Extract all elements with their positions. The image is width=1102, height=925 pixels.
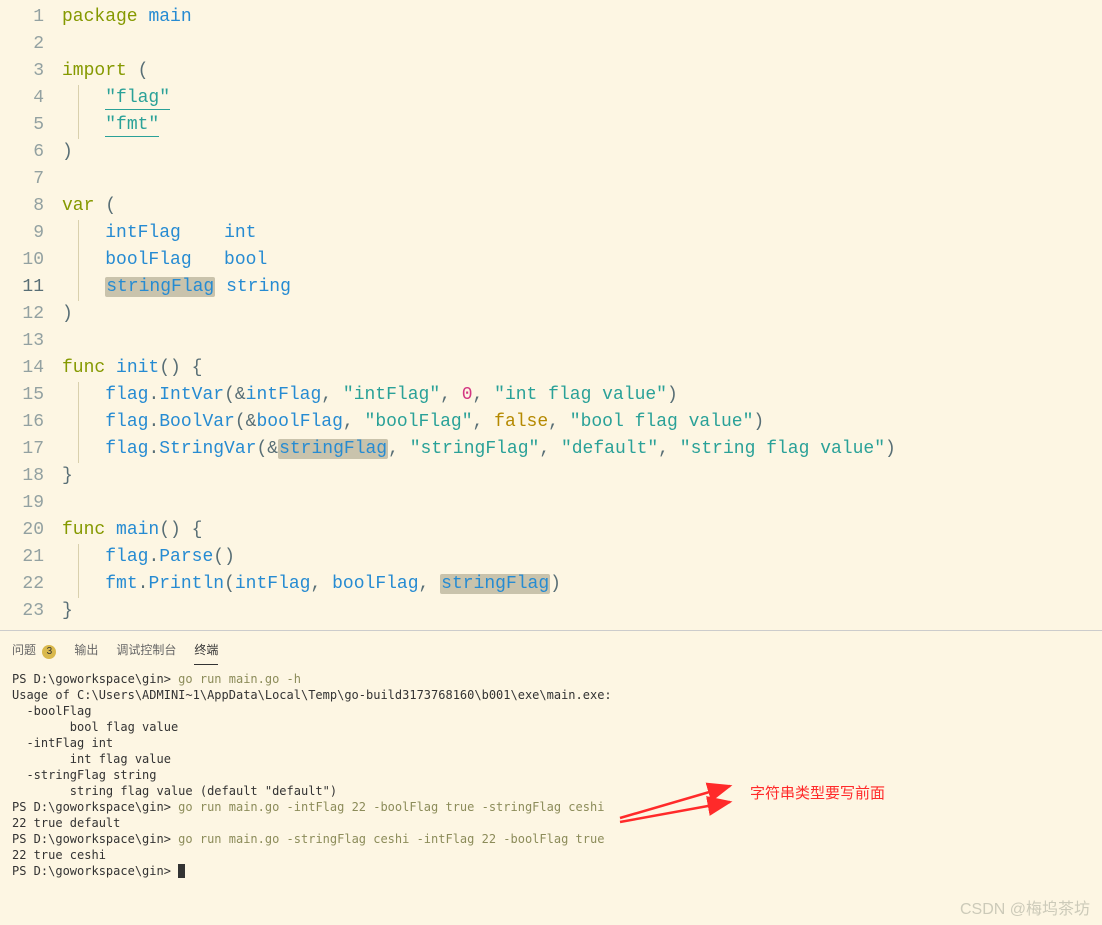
panel-tabs: 问题 3 输出 调试控制台 终端 xyxy=(0,631,1102,665)
tab-output[interactable]: 输出 xyxy=(74,639,98,665)
code-line[interactable]: func main() { xyxy=(62,517,1102,544)
terminal-line: -stringFlag string xyxy=(12,767,1090,783)
code-line[interactable]: ) xyxy=(62,139,1102,166)
tab-terminal[interactable]: 终端 xyxy=(194,639,218,665)
tab-problems-label: 问题 xyxy=(12,643,36,657)
terminal-line: Usage of C:\Users\ADMINI~1\AppData\Local… xyxy=(12,687,1090,703)
terminal-line: bool flag value xyxy=(12,719,1090,735)
annotation-arrows xyxy=(610,778,740,828)
terminal-line: -intFlag int xyxy=(12,735,1090,751)
code-line[interactable]: fmt.Println(intFlag, boolFlag, stringFla… xyxy=(62,571,1102,598)
tab-debug[interactable]: 调试控制台 xyxy=(116,639,176,665)
code-line[interactable]: } xyxy=(62,598,1102,625)
line-gutter: 1234567891011121314151617181920212223 xyxy=(0,0,62,630)
terminal-content[interactable]: PS D:\goworkspace\gin> go run main.go -h… xyxy=(0,665,1102,925)
code-line[interactable]: "flag" xyxy=(62,85,1102,112)
code-line[interactable]: ) xyxy=(62,301,1102,328)
code-line[interactable]: import ( xyxy=(62,58,1102,85)
code-line[interactable]: package main xyxy=(62,4,1102,31)
terminal-line: string flag value (default "default") xyxy=(12,783,1090,799)
terminal-line: -boolFlag xyxy=(12,703,1090,719)
code-line[interactable]: flag.BoolVar(&boolFlag, "boolFlag", fals… xyxy=(62,409,1102,436)
problems-badge: 3 xyxy=(42,645,56,659)
code-line[interactable]: intFlag int xyxy=(62,220,1102,247)
code-line[interactable] xyxy=(62,328,1102,355)
annotation-text: 字符串类型要写前面 xyxy=(750,782,885,803)
code-line[interactable]: flag.Parse() xyxy=(62,544,1102,571)
code-line[interactable]: } xyxy=(62,463,1102,490)
terminal-line: PS D:\goworkspace\gin> go run main.go -s… xyxy=(12,831,1090,847)
terminal-line: 22 true default xyxy=(12,815,1090,831)
code-editor[interactable]: 1234567891011121314151617181920212223 pa… xyxy=(0,0,1102,630)
code-line[interactable] xyxy=(62,31,1102,58)
terminal-line: int flag value xyxy=(12,751,1090,767)
watermark: CSDN @梅坞茶坊 xyxy=(960,895,1090,919)
code-line[interactable]: boolFlag bool xyxy=(62,247,1102,274)
code-line[interactable]: var ( xyxy=(62,193,1102,220)
terminal-line: PS D:\goworkspace\gin> go run main.go -h xyxy=(12,671,1090,687)
code-line[interactable]: func init() { xyxy=(62,355,1102,382)
terminal-line: PS D:\goworkspace\gin> go run main.go -i… xyxy=(12,799,1090,815)
code-line[interactable]: flag.StringVar(&stringFlag, "stringFlag"… xyxy=(62,436,1102,463)
code-line[interactable]: stringFlag string xyxy=(62,274,1102,301)
terminal-line: PS D:\goworkspace\gin> xyxy=(12,863,1090,879)
code-line[interactable] xyxy=(62,490,1102,517)
code-line[interactable]: flag.IntVar(&intFlag, "intFlag", 0, "int… xyxy=(62,382,1102,409)
code-line[interactable]: "fmt" xyxy=(62,112,1102,139)
code-area[interactable]: package mainimport ( "flag" "fmt")var ( … xyxy=(62,0,1102,630)
code-line[interactable] xyxy=(62,166,1102,193)
tab-problems[interactable]: 问题 3 xyxy=(12,639,56,665)
terminal-line: 22 true ceshi xyxy=(12,847,1090,863)
bottom-panel: 问题 3 输出 调试控制台 终端 PS D:\goworkspace\gin> … xyxy=(0,630,1102,925)
